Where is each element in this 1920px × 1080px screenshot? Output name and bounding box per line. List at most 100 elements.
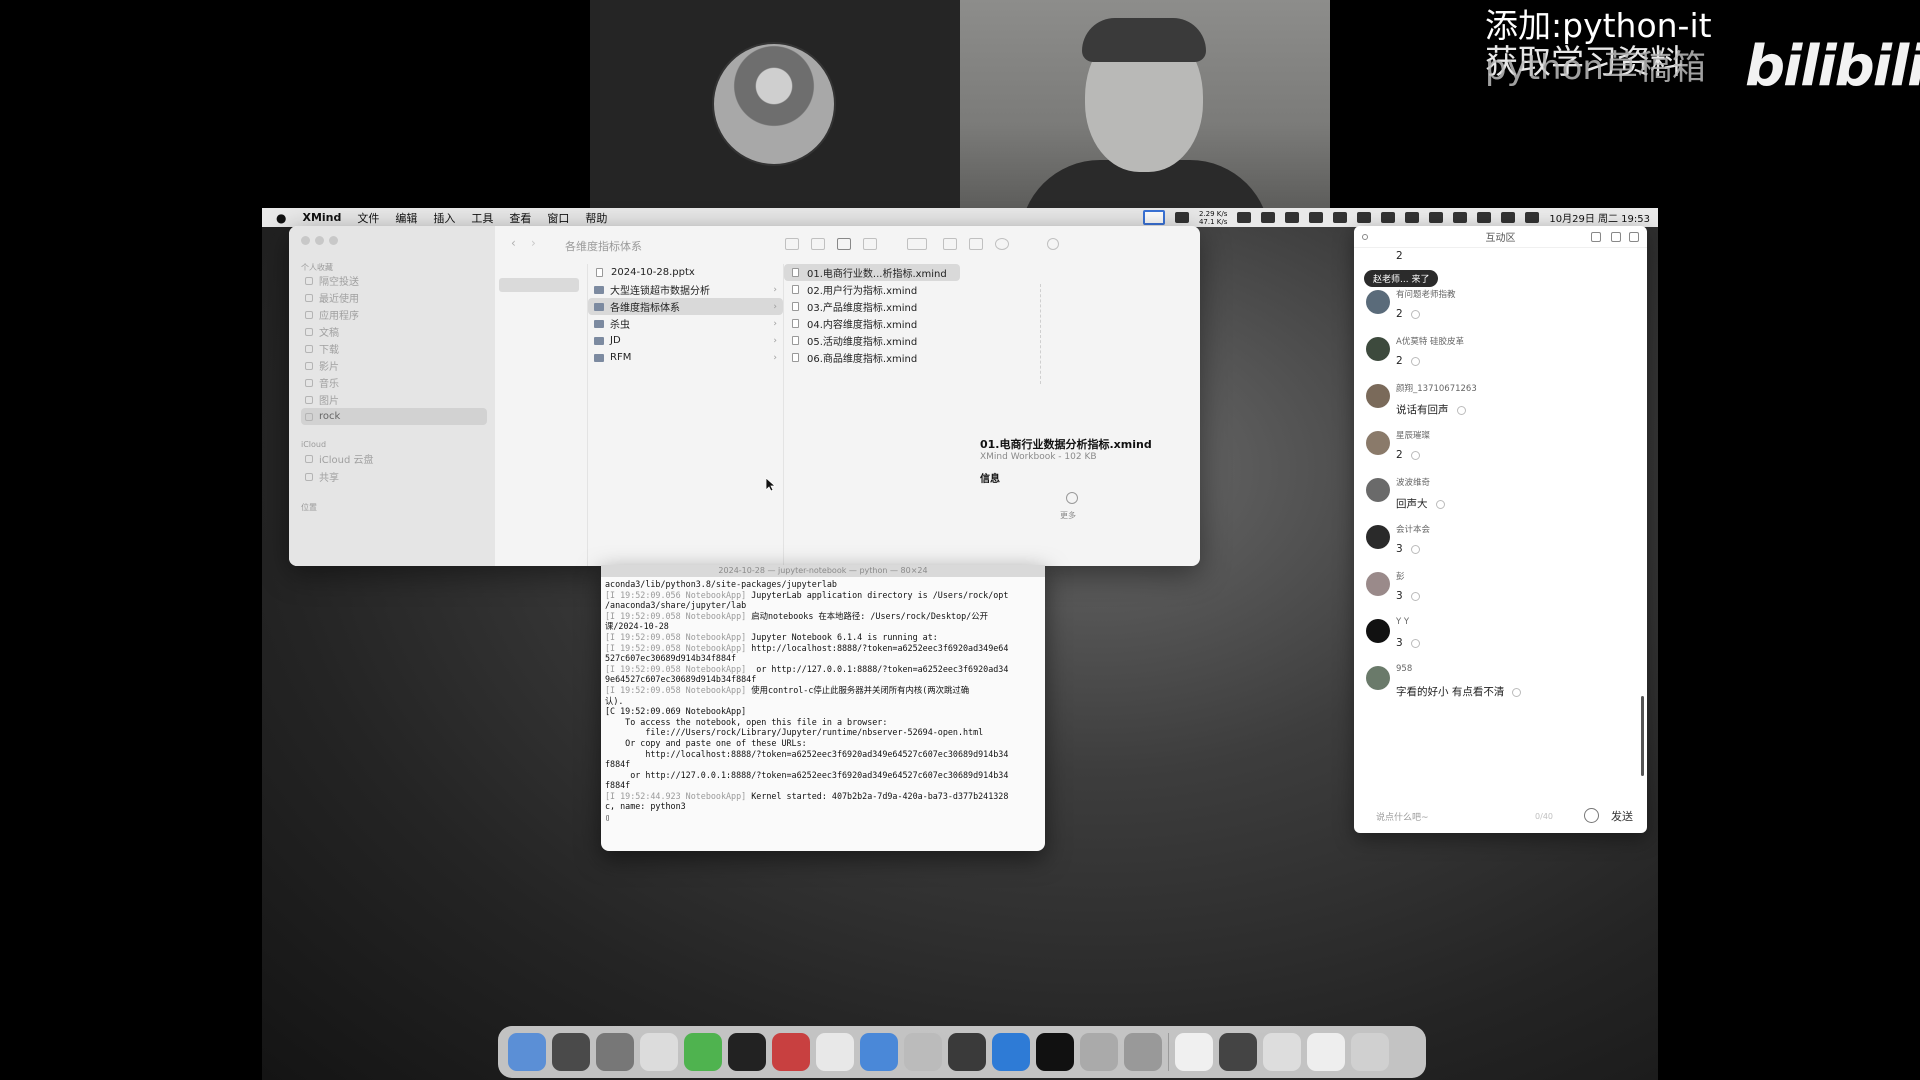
avatar[interactable]	[1366, 525, 1390, 549]
sidebar-item-documents[interactable]: 文稿	[301, 323, 487, 340]
file-row[interactable]: 04.内容维度指标.xmind	[784, 315, 960, 332]
terminal-icon[interactable]	[1036, 1033, 1074, 1071]
avatar[interactable]	[1366, 431, 1390, 455]
folder-row-selected[interactable]: 各维度指标体系 ›	[588, 298, 783, 315]
column1-selection[interactable]	[499, 278, 579, 292]
file-row[interactable]: 06.商品维度指标.xmind	[784, 349, 960, 366]
xmind-icon[interactable]	[1124, 1033, 1162, 1071]
zoom-button[interactable]	[329, 236, 338, 245]
menu-clock[interactable]: 10月29日 周二 19:53	[1549, 210, 1650, 225]
close-button[interactable]	[301, 236, 310, 245]
preview-icon[interactable]	[904, 1033, 942, 1071]
group-button[interactable]	[907, 238, 927, 250]
screen-recording-icon[interactable]	[1219, 1033, 1257, 1071]
popout-icon[interactable]	[1629, 232, 1639, 242]
list-view-button[interactable]	[811, 238, 825, 250]
chrome-icon[interactable]	[596, 1033, 634, 1071]
wifi-icon[interactable]	[1453, 212, 1468, 223]
menu-app-name[interactable]: XMind	[294, 211, 349, 224]
menu-help[interactable]: 帮助	[577, 210, 615, 226]
input-method-icon[interactable]	[1381, 212, 1396, 223]
icon-view-button[interactable]	[785, 238, 799, 250]
file-row[interactable]: 03.产品维度指标.xmind	[784, 298, 960, 315]
trash-icon[interactable]	[1351, 1033, 1389, 1071]
sidebar-item-recents[interactable]: 最近使用	[301, 289, 487, 306]
mail-icon[interactable]	[860, 1033, 898, 1071]
avatar[interactable]	[1366, 619, 1390, 643]
qq-browser-icon[interactable]	[640, 1033, 678, 1071]
back-icon[interactable]: ‹	[511, 236, 516, 250]
search-icon[interactable]	[1047, 238, 1059, 250]
notes-icon[interactable]	[816, 1033, 854, 1071]
tag-icon[interactable]	[969, 238, 983, 250]
chat-input[interactable]: 说点什么吧~	[1376, 810, 1429, 823]
like-icon[interactable]	[1410, 638, 1420, 648]
archive-icon[interactable]	[1080, 1033, 1118, 1071]
column-view-button[interactable]	[837, 238, 851, 250]
vscode-icon[interactable]	[992, 1033, 1030, 1071]
menu-file[interactable]: 文件	[349, 210, 387, 226]
avatar[interactable]	[1366, 290, 1390, 314]
menu-tools[interactable]: 工具	[463, 210, 501, 226]
folder-row[interactable]: RFM ›	[588, 349, 783, 366]
like-icon[interactable]	[1435, 499, 1445, 509]
avatar[interactable]	[1366, 337, 1390, 361]
sidebar-item-icloud-drive[interactable]: iCloud 云盘	[301, 450, 487, 467]
apple-icon[interactable]: ●	[262, 211, 294, 225]
chat-icon[interactable]	[1285, 212, 1300, 223]
file-row[interactable]: 2024-10-28.pptx	[588, 264, 783, 281]
terminal-output[interactable]: aconda3/lib/python3.8/site-packages/jupy…	[601, 577, 1045, 825]
sidebar-item-pictures[interactable]: 图片	[301, 391, 487, 408]
menu-insert[interactable]: 插入	[425, 210, 463, 226]
launchpad-icon[interactable]	[552, 1033, 590, 1071]
folder-row[interactable]: 大型连锁超市数据分析 ›	[588, 281, 783, 298]
like-icon[interactable]	[1410, 544, 1420, 554]
sidebar-item-music[interactable]: 音乐	[301, 374, 487, 391]
control-center-icon[interactable]	[1501, 212, 1516, 223]
like-icon[interactable]	[1512, 687, 1522, 697]
share-icon[interactable]	[943, 238, 957, 250]
screen-share-icon[interactable]	[1142, 210, 1165, 225]
sidebar-item-applications[interactable]: 应用程序	[301, 306, 487, 323]
gallery-view-button[interactable]	[863, 238, 877, 250]
more-icon[interactable]	[1066, 492, 1078, 504]
folder-stack-icon[interactable]	[1263, 1033, 1301, 1071]
wechat-icon[interactable]	[684, 1033, 722, 1071]
qq-icon[interactable]	[728, 1033, 766, 1071]
refresh-icon[interactable]	[1591, 232, 1601, 242]
like-icon[interactable]	[1456, 405, 1466, 415]
like-icon[interactable]	[1410, 450, 1420, 460]
battery-icon[interactable]	[1429, 212, 1444, 223]
like-icon[interactable]	[1410, 591, 1420, 601]
folder-row[interactable]: JD ›	[588, 332, 783, 349]
sidebar-item-airdrop[interactable]: 隔空投送	[301, 272, 487, 289]
siri-icon[interactable]	[1525, 212, 1540, 223]
terminal-window[interactable]: 2024-10-28 — jupyter-notebook — python —…	[601, 565, 1045, 851]
avatar[interactable]	[1366, 572, 1390, 596]
minimize-button[interactable]	[315, 236, 324, 245]
wps-icon[interactable]	[772, 1033, 810, 1071]
like-icon[interactable]	[1410, 309, 1420, 319]
like-icon[interactable]	[1410, 356, 1420, 366]
avatar[interactable]	[1366, 478, 1390, 502]
forward-icon[interactable]: ›	[531, 236, 536, 250]
file-row[interactable]: 02.用户行为指标.xmind	[784, 281, 960, 298]
copy-icon[interactable]	[1237, 212, 1252, 223]
xmind-menu-icon[interactable]	[1309, 212, 1324, 223]
wps-menu-icon[interactable]	[1174, 212, 1189, 223]
action-menu-icon[interactable]	[995, 238, 1009, 250]
sidebar-item-shared[interactable]: 共享	[301, 468, 487, 485]
menu-window[interactable]: 窗口	[539, 210, 577, 226]
avatar[interactable]	[1366, 666, 1390, 690]
scrollbar[interactable]	[1641, 696, 1644, 776]
avatar[interactable]	[1366, 384, 1390, 408]
pin-icon[interactable]	[1611, 232, 1621, 242]
python-icon[interactable]	[948, 1033, 986, 1071]
finder-icon[interactable]	[508, 1033, 546, 1071]
file-row[interactable]: 05.活动维度指标.xmind	[784, 332, 960, 349]
file-row-selected[interactable]: 01.电商行业数...析指标.xmind	[784, 264, 960, 281]
volume-icon[interactable]	[1357, 212, 1372, 223]
document-icon[interactable]	[1175, 1033, 1213, 1071]
menu-edit[interactable]: 编辑	[387, 210, 425, 226]
folder-row[interactable]: 杀虫 ›	[588, 315, 783, 332]
